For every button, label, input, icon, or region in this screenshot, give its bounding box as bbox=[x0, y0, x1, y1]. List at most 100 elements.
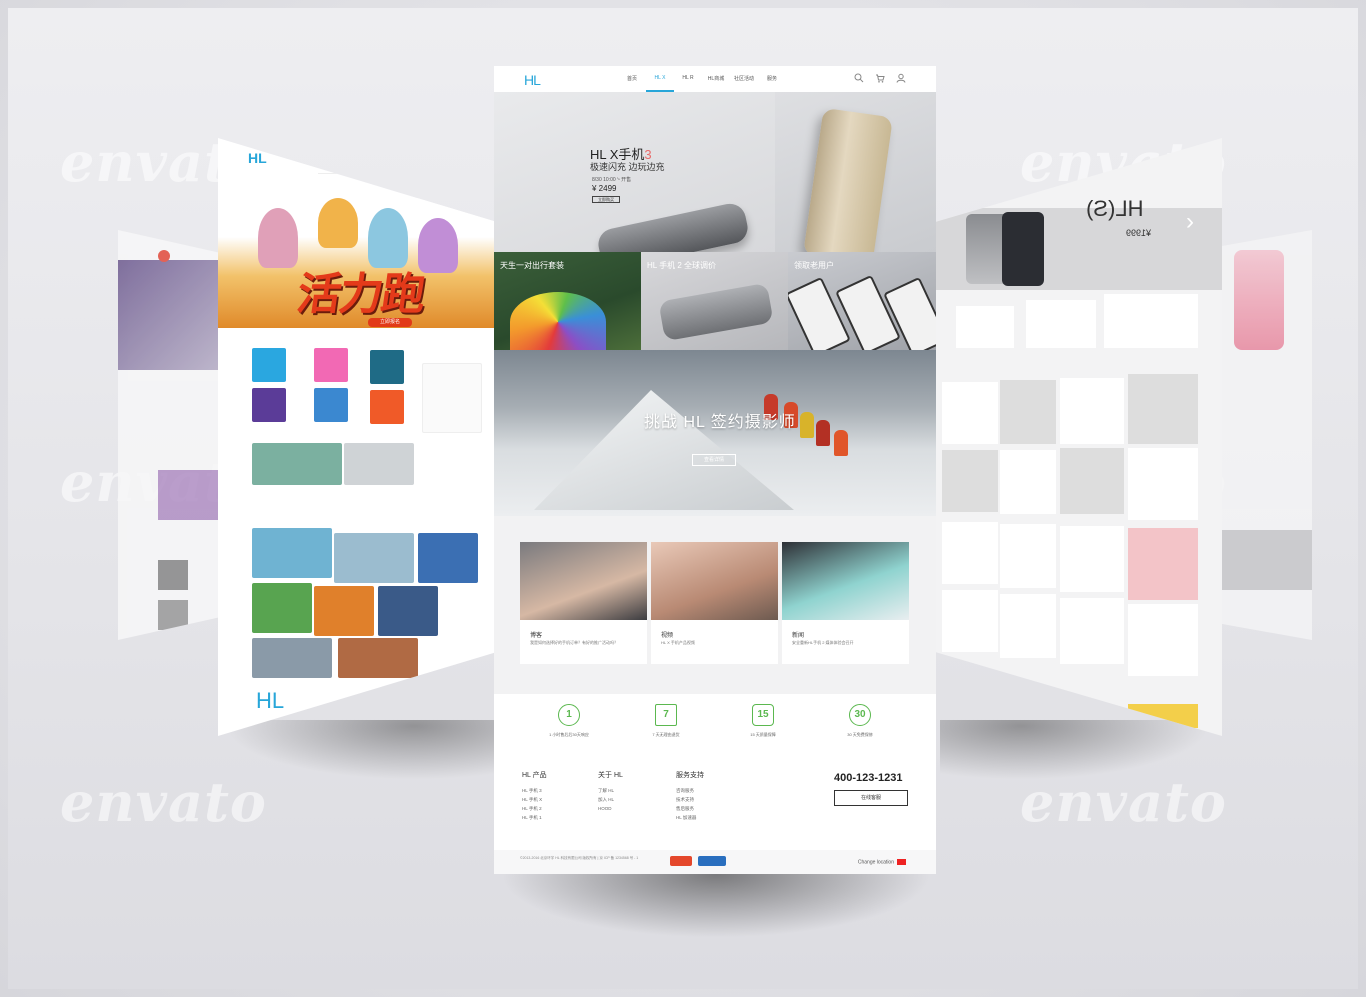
ranking-list bbox=[422, 363, 482, 433]
main-nav: 首页 HL X HL R HL商城 社区活动 服务 bbox=[618, 75, 786, 92]
footer-link[interactable]: 了解 HL bbox=[598, 786, 623, 795]
photo-tile[interactable] bbox=[338, 638, 418, 678]
product-cell[interactable] bbox=[1060, 526, 1124, 592]
photo-tile[interactable] bbox=[334, 533, 414, 583]
footer-link[interactable]: HL 手机 3 bbox=[522, 786, 547, 795]
product-cell[interactable] bbox=[956, 306, 1014, 348]
photo-tile[interactable] bbox=[314, 586, 374, 636]
product-cell[interactable] bbox=[942, 450, 998, 512]
left-page: HL 活力跑 立即报名 HL bbox=[218, 138, 496, 736]
content-card-news[interactable]: 新闻 安全重新HL手机 2 媒体体验会召开 bbox=[782, 542, 909, 664]
footer-link[interactable]: 技术支持 bbox=[676, 795, 704, 804]
runner-figure bbox=[258, 208, 298, 268]
cart-icon[interactable] bbox=[874, 73, 885, 84]
app-tile[interactable] bbox=[370, 390, 404, 424]
footer-link[interactable]: HOOD bbox=[598, 804, 623, 813]
product-cell[interactable] bbox=[1128, 528, 1198, 600]
product-cell[interactable] bbox=[1060, 378, 1124, 444]
footer-column-title: HL 产品 bbox=[522, 772, 547, 779]
photographer-banner[interactable]: 挑战 HL 签约摄影师 查看详情 bbox=[494, 350, 936, 516]
nav-item-home[interactable]: 首页 bbox=[618, 75, 646, 92]
product-cell[interactable] bbox=[1128, 604, 1198, 676]
content-card-blog[interactable]: 博客 我是如何选择好的手机订单？有好的推广活动吗？ bbox=[520, 542, 647, 664]
footer-column-about: 关于 HL 了解 HL 加入 HL HOOD bbox=[598, 770, 623, 813]
product-cell[interactable] bbox=[1000, 594, 1056, 658]
service-item[interactable]: 15 15 天质量保障 bbox=[718, 704, 808, 738]
product-showcase[interactable] bbox=[775, 92, 936, 265]
nav-item-service[interactable]: 服务 bbox=[758, 75, 786, 92]
promo-tile[interactable]: 天生一对出行套装 bbox=[494, 252, 641, 350]
app-tile[interactable] bbox=[314, 348, 348, 382]
photo-tile[interactable] bbox=[252, 583, 312, 633]
product-cell[interactable] bbox=[942, 590, 998, 652]
footer-link[interactable]: 加入 HL bbox=[598, 795, 623, 804]
service-item[interactable]: 7 7 天无理由退货 bbox=[621, 704, 711, 738]
product-cell[interactable] bbox=[942, 382, 998, 444]
certification-badge[interactable] bbox=[698, 856, 726, 866]
product-cell[interactable] bbox=[1104, 294, 1198, 348]
online-service-button[interactable]: 在线客服 bbox=[834, 790, 908, 806]
content-card-video[interactable]: 视频 HL X 手机产品视频 bbox=[651, 542, 778, 664]
photo-tile[interactable] bbox=[418, 533, 478, 583]
product-cell[interactable] bbox=[1128, 374, 1198, 444]
photo-tile[interactable] bbox=[252, 528, 332, 578]
service-item[interactable]: 1 1 小时售后后30天响应 bbox=[524, 704, 614, 738]
footer: HL 产品 HL 手机 3 HL 手机 X HL 手机 2 HL 手机 1 关于… bbox=[494, 750, 936, 850]
card-image bbox=[651, 542, 778, 620]
buy-button[interactable]: 立即购买 bbox=[592, 196, 620, 203]
user-icon[interactable] bbox=[895, 73, 906, 84]
chevron-right-icon[interactable]: › bbox=[1186, 208, 1194, 236]
app-tile[interactable] bbox=[314, 388, 348, 422]
product-cell[interactable] bbox=[1000, 450, 1056, 514]
nav-item-hl-x[interactable]: HL X bbox=[646, 75, 674, 92]
footer-link[interactable]: 咨询服务 bbox=[676, 786, 704, 795]
locale-switcher[interactable]: Change location bbox=[858, 859, 906, 865]
far-left-page bbox=[118, 230, 228, 640]
card-description: 我是如何选择好的手机订单？有好的推广活动吗？ bbox=[530, 640, 618, 645]
hero-image bbox=[118, 260, 228, 370]
logo[interactable]: HL bbox=[524, 72, 541, 88]
photo-tile[interactable] bbox=[378, 586, 438, 636]
article-image[interactable] bbox=[344, 443, 414, 485]
register-button[interactable]: 立即报名 bbox=[368, 318, 412, 327]
nav-item-store[interactable]: HL商城 bbox=[702, 75, 730, 92]
footer-link[interactable]: HL 手机 2 bbox=[522, 804, 547, 813]
footer-column-title: 关于 HL bbox=[598, 772, 623, 779]
banner-button[interactable]: 查看详情 bbox=[692, 454, 736, 466]
article-image[interactable] bbox=[252, 443, 342, 485]
footer-link[interactable]: 售后服务 bbox=[676, 804, 704, 813]
promo-label: 天生一对出行套装 bbox=[500, 261, 564, 270]
logo-icon bbox=[158, 250, 170, 262]
product-cell[interactable] bbox=[1060, 448, 1124, 514]
umbrella-image bbox=[510, 292, 606, 350]
badge-icon: 30 bbox=[849, 704, 871, 726]
service-label: 1 小时售后后30天响应 bbox=[549, 732, 589, 737]
search-icon[interactable] bbox=[853, 73, 864, 84]
certification-badge[interactable] bbox=[670, 856, 692, 866]
service-item[interactable]: 30 30 天免费保修 bbox=[815, 704, 905, 738]
promo-tile[interactable]: HL 手机 2 全球调价 bbox=[641, 252, 788, 350]
promo-tile[interactable]: 领取老用户 bbox=[788, 252, 936, 350]
content-section: 博客 我是如何选择好的手机订单？有好的推广活动吗？ 视频 HL X 手机产品视频… bbox=[494, 516, 936, 694]
app-tile[interactable] bbox=[370, 350, 404, 384]
promo-label: HL 手机 2 全球调价 bbox=[647, 261, 717, 270]
nav-item-community[interactable]: 社区活动 bbox=[730, 75, 758, 92]
logo[interactable]: HL bbox=[248, 150, 267, 166]
photo-tile[interactable] bbox=[252, 638, 332, 678]
header-icons bbox=[853, 73, 906, 84]
product-cell[interactable] bbox=[942, 522, 998, 584]
app-tile[interactable] bbox=[252, 388, 286, 422]
product-cell[interactable] bbox=[1000, 524, 1056, 588]
footer-link[interactable]: HL 手机 1 bbox=[522, 813, 547, 822]
footer-link[interactable]: HL 加速器 bbox=[676, 813, 704, 822]
banner-title: 挑战 HL 签约摄影师 bbox=[644, 414, 796, 431]
thumbnail bbox=[1220, 530, 1312, 590]
footer-link[interactable]: HL 手机 X bbox=[522, 795, 547, 804]
product-cell[interactable] bbox=[1026, 300, 1096, 348]
product-cell[interactable] bbox=[1060, 598, 1124, 664]
hero-banner[interactable]: HL X手机3 极速闪充 边玩边充 8/30 10:00 ⁱⁿ 开售 ¥ 249… bbox=[494, 92, 775, 272]
nav-item-hl-r[interactable]: HL R bbox=[674, 75, 702, 92]
product-cell[interactable] bbox=[1128, 448, 1198, 520]
product-cell[interactable] bbox=[1000, 380, 1056, 444]
app-tile[interactable] bbox=[252, 348, 286, 382]
